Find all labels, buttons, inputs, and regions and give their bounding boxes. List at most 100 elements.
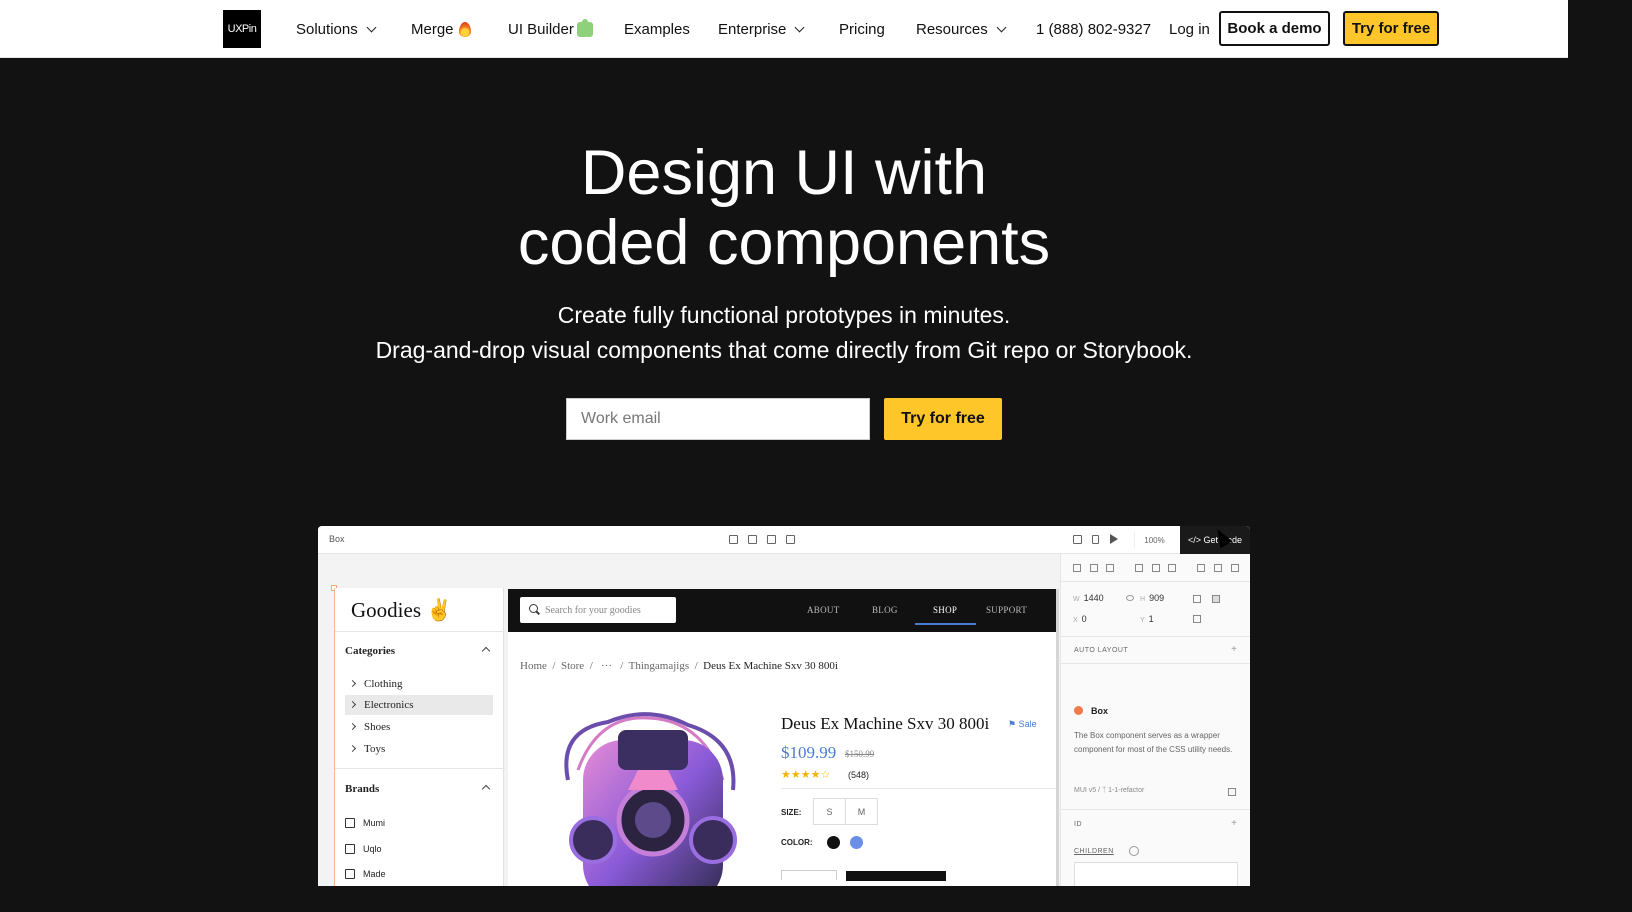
layers-icon[interactable] [767,535,776,544]
category-item[interactable]: Clothing [345,674,493,694]
docs-icon[interactable] [1228,788,1236,796]
width-field[interactable]: W 1440 [1073,593,1104,603]
panel-divider [1061,581,1250,582]
width-field-value: 1440 [1083,593,1104,603]
color-swatch-blue[interactable] [850,836,863,849]
folder-icon[interactable] [729,535,738,544]
hero-try-free-button[interactable]: Try for free [884,398,1002,440]
nav-enterprise[interactable]: Enterprise [718,0,805,58]
refresh-icon[interactable] [1129,846,1139,856]
zoom-level[interactable]: 100% [1134,532,1174,548]
y-position-field[interactable]: Y1 [1140,614,1154,624]
nav-try-free-button[interactable]: Try for free [1343,11,1439,46]
children-input[interactable] [1074,862,1238,886]
login-link[interactable]: Log in [1169,0,1210,58]
brand-checkbox[interactable]: Mumi [345,818,385,828]
category-item[interactable]: Electronics [345,695,493,715]
hero-subtitle-line2: Drag-and-drop visual components that com… [375,337,1193,363]
align-right-icon[interactable] [1106,564,1114,572]
children-heading: CHILDREN [1074,848,1114,855]
add-auto-layout-icon[interactable]: + [1231,644,1237,655]
app-search-input[interactable]: Search for your goodies [520,597,676,623]
categories-heading[interactable]: Categories [345,645,495,657]
nav-resources[interactable]: Resources [916,0,1007,58]
brands-heading-label: Brands [345,783,380,795]
add-to-cart-button[interactable] [846,871,946,881]
tidy-icon[interactable] [1231,564,1239,572]
breadcrumb-current: Deus Ex Machine Sxv 30 800i [703,660,838,672]
nav-merge[interactable]: Merge [411,0,471,58]
product-title: Deus Ex Machine Sxv 30 800i [781,714,990,733]
phone-link[interactable]: 1 (888) 802-9327 [1036,0,1151,58]
rotate-icon[interactable] [1193,615,1201,623]
component-library: MUI v5 [1074,787,1097,794]
resize-toggle-icon[interactable] [1212,595,1220,603]
checkbox-icon [345,818,355,828]
component-meta: MUI v5 / ᛉ 1-1-refactor [1074,787,1145,794]
y-field-label: Y [1140,617,1145,624]
app-nav-support[interactable]: SUPPORT [986,605,1027,615]
search-icon [529,604,538,613]
product-robot-image[interactable] [538,710,758,886]
checkbox-icon [345,869,355,879]
align-bottom-icon[interactable] [1168,564,1176,572]
align-middle-icon[interactable] [1152,564,1160,572]
add-id-icon[interactable]: + [1231,818,1237,829]
constrain-proportions-icon[interactable] [1126,595,1134,601]
rating-stars: ★★★★☆ [781,769,831,781]
size-option-s[interactable]: S [813,798,846,825]
nav-solutions[interactable]: Solutions [296,0,377,58]
app-nav-shop[interactable]: SHOP [933,605,957,615]
book-demo-button[interactable]: Book a demo [1219,11,1330,46]
nav-ui-builder[interactable]: UI Builder [508,0,593,58]
hero-subtitle-line1: Create fully functional prototypes in mi… [557,302,1011,328]
app-nav-about[interactable]: ABOUT [807,605,840,615]
category-label: Toys [364,743,386,755]
category-item[interactable]: Toys [345,739,493,759]
share-icon[interactable] [1073,535,1082,544]
nav-examples[interactable]: Examples [624,0,690,58]
chevron-right-icon [348,722,357,731]
search-placeholder: Search for your goodies [545,604,641,616]
component-branch: 1-1-refactor [1108,787,1145,794]
chevron-up-icon [481,646,491,656]
quantity-stepper[interactable] [781,870,837,880]
category-item[interactable]: Shoes [345,717,493,737]
brand-checkbox[interactable]: Made [345,869,386,879]
align-center-icon[interactable] [1090,564,1098,572]
categories-heading-label: Categories [345,645,396,657]
align-left-icon[interactable] [1073,564,1081,572]
pages-icon[interactable] [748,535,757,544]
fit-content-icon[interactable] [1193,595,1201,603]
component-icon [1074,706,1083,715]
work-email-input[interactable] [566,398,870,440]
editor-toolbar: Box 100% </> Get Code [318,526,1250,554]
component-description: The Box component serves as a wrapper co… [1074,731,1233,754]
canvas-divider [1056,589,1059,886]
color-label: COLOR: [781,838,813,847]
breadcrumb-ellipsis[interactable]: ··· [601,660,612,672]
link-icon[interactable] [786,535,795,544]
review-count[interactable]: (548) [848,770,869,780]
panel-divider [1061,636,1250,637]
distribute-vertical-icon[interactable] [1214,564,1222,572]
nav-enterprise-label: Enterprise [718,20,787,38]
brand-checkbox[interactable]: Uqlo [345,844,382,854]
uxpin-logo[interactable]: UXPin [223,10,261,48]
color-swatch-black[interactable] [827,836,840,849]
product-divider [781,788,1058,789]
nav-pricing[interactable]: Pricing [839,0,885,58]
app-nav-blog[interactable]: BLOG [872,605,898,615]
breadcrumb-link[interactable]: Store [561,660,584,672]
breadcrumb-link[interactable]: Thingamajigs [629,660,690,672]
play-icon[interactable] [1110,534,1118,544]
breadcrumb-link[interactable]: Home [520,660,547,672]
distribute-horizontal-icon[interactable] [1197,564,1205,572]
brands-heading[interactable]: Brands [345,783,495,795]
height-field[interactable]: H 909 [1140,593,1164,603]
device-icon[interactable] [1092,535,1099,544]
align-top-icon[interactable] [1135,564,1143,572]
size-option-m[interactable]: M [845,798,878,825]
x-position-field[interactable]: X0 [1073,614,1087,624]
chevron-right-icon [348,744,357,753]
